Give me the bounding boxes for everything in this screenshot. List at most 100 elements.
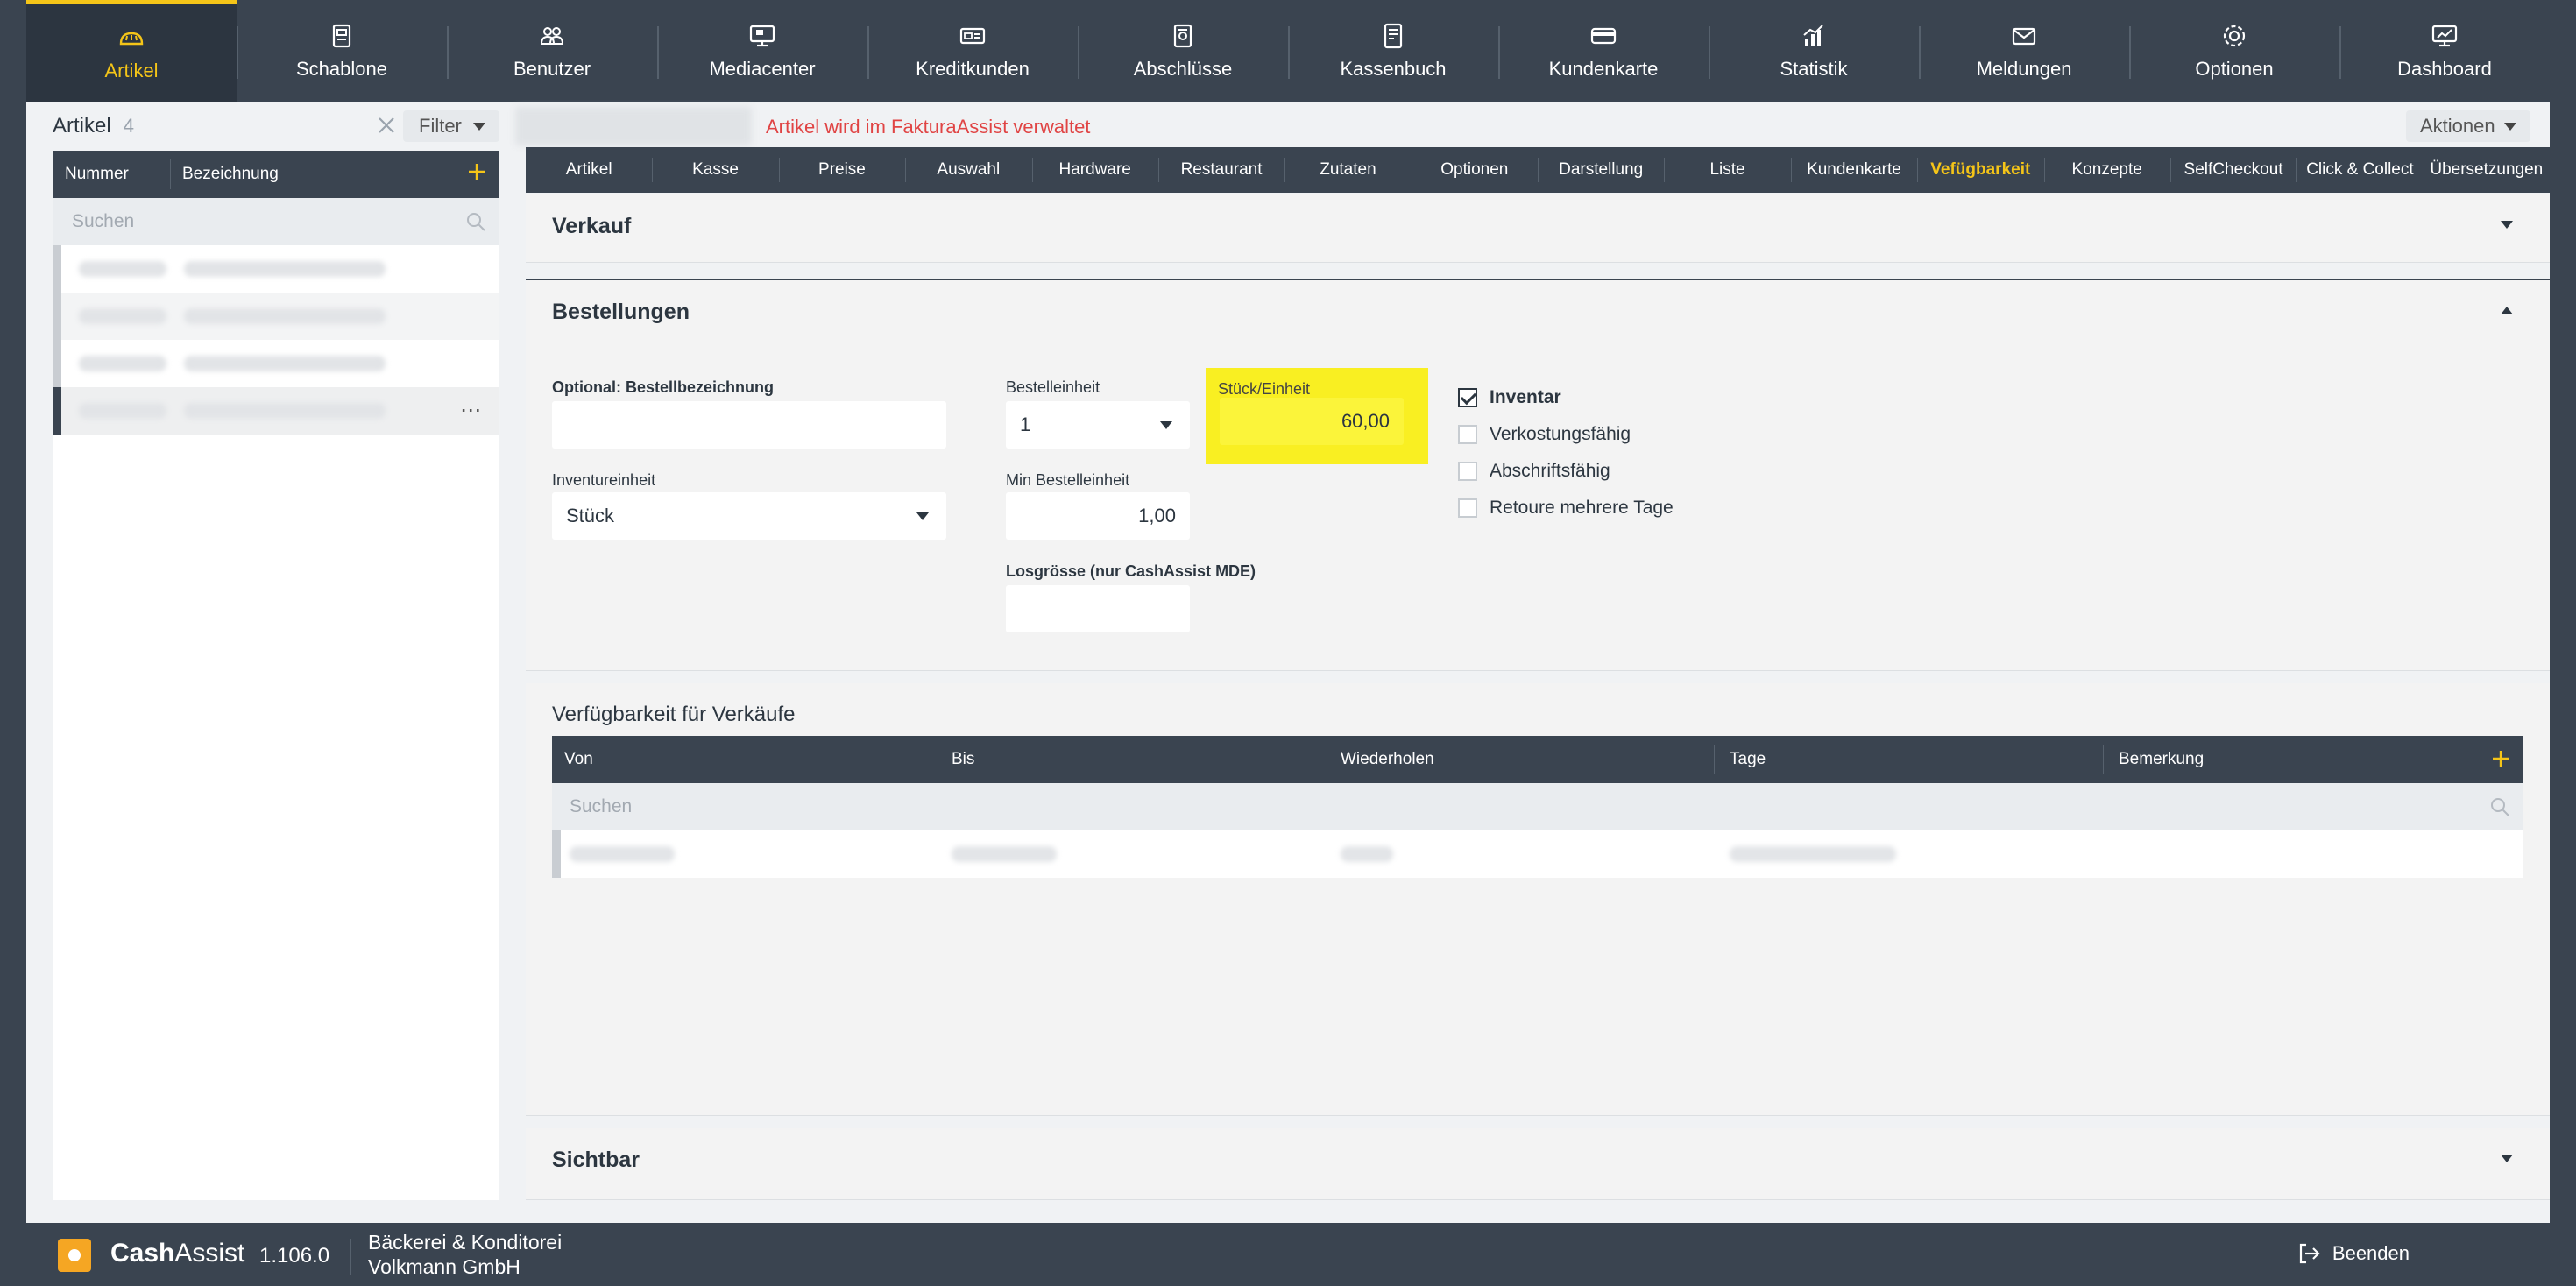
bestelleinheit-select[interactable]: 1 (1006, 401, 1190, 449)
nav-artikel[interactable]: Artikel (26, 0, 237, 102)
column-wiederholen[interactable]: Wiederholen (1341, 750, 1434, 769)
availability-search-input[interactable]: Suchen (552, 783, 2523, 830)
min-bestelleinheit-input[interactable]: 1,00 (1006, 492, 1190, 540)
checkbox-unchecked[interactable] (1458, 425, 1477, 444)
checkbox-verkostungsfaehig[interactable]: Verkostungsfähig (1458, 424, 1631, 445)
redacted-number (79, 403, 166, 419)
column-separator (170, 159, 171, 189)
monitor-icon (747, 21, 777, 51)
document-icon (1168, 21, 1198, 51)
checkbox-unchecked[interactable] (1458, 498, 1477, 518)
nav-statistik[interactable]: Statistik (1709, 0, 1919, 102)
nav-kreditkunden[interactable]: Kreditkunden (867, 0, 1078, 102)
logout-button[interactable]: Beenden (2296, 1240, 2410, 1267)
checkbox-label: Retoure mehrere Tage (1490, 498, 1674, 518)
tab-uebersetzungen[interactable]: Übersetzungen (2423, 147, 2550, 193)
section-title: Verfügbarkeit für Verkäufe (552, 703, 796, 726)
column-bis[interactable]: Bis (952, 750, 974, 769)
list-item-selected[interactable]: ⋯ (53, 387, 499, 435)
tab-click-collect[interactable]: Click & Collect (2296, 147, 2423, 193)
nav-kundenkarte[interactable]: Kundenkarte (1498, 0, 1709, 102)
tab-verfuegbarkeit[interactable]: Vefügbarkeit (1917, 147, 2043, 193)
tab-kasse[interactable]: Kasse (652, 147, 778, 193)
more-icon[interactable]: ⋯ (460, 398, 482, 423)
detail-tabs: Artikel Kasse Preise Auswahl Hardware Re… (526, 147, 2550, 193)
nav-schablone[interactable]: Schablone (237, 0, 447, 102)
article-search-input[interactable]: Suchen (53, 198, 499, 245)
table-row[interactable] (552, 830, 2523, 878)
stueck-einheit-input[interactable]: 60,00 (1220, 398, 1404, 445)
nav-meldungen[interactable]: Meldungen (1919, 0, 2129, 102)
section-sichtbar[interactable]: Sichtbar (526, 1128, 2550, 1200)
column-tage[interactable]: Tage (1730, 750, 1766, 769)
column-separator (1714, 745, 1715, 774)
mail-icon (2009, 21, 2039, 51)
filter-label: Filter (419, 115, 462, 137)
tab-restaurant[interactable]: Restaurant (1157, 147, 1284, 193)
list-item[interactable] (53, 293, 499, 340)
inventureinheit-select[interactable]: Stück (552, 492, 946, 540)
nav-optionen[interactable]: Optionen (2129, 0, 2339, 102)
book-icon (1378, 21, 1408, 51)
filter-dropdown[interactable]: Filter (403, 110, 499, 142)
card-icon (1589, 21, 1618, 51)
main-frame: Artikel 4 Filter Nummer Bezeichnung Such… (26, 102, 2550, 1223)
app-version: 1.106.0 (259, 1244, 330, 1268)
stueck-einheit-label: Stück/Einheit (1218, 380, 1311, 398)
actions-dropdown[interactable]: Aktionen (2406, 110, 2530, 142)
list-item[interactable] (53, 245, 499, 293)
checkbox-checked[interactable] (1458, 388, 1477, 407)
clear-filter-icon[interactable] (375, 114, 398, 137)
redacted-article-title (515, 107, 752, 145)
inventureinheit-value: Stück (566, 505, 615, 526)
column-bezeichnung[interactable]: Bezeichnung (182, 165, 279, 184)
section-verkauf[interactable]: Verkauf (526, 194, 2550, 263)
tab-kundenkarte[interactable]: Kundenkarte (1790, 147, 1917, 193)
checkbox-abschriftsfaehig[interactable]: Abschriftsfähig (1458, 461, 1610, 482)
nav-kassenbuch[interactable]: Kassenbuch (1288, 0, 1498, 102)
add-article-icon[interactable] (464, 159, 489, 184)
chevron-down-icon (1160, 421, 1172, 429)
footer: CashAssist 1.106.0 Bäckerei & Konditorei… (26, 1223, 2550, 1286)
bread-icon (117, 23, 146, 53)
tab-hardware[interactable]: Hardware (1031, 147, 1158, 193)
checkbox-retoure-mehrere-tage[interactable]: Retoure mehrere Tage (1458, 498, 1674, 519)
expand-icon[interactable] (2501, 221, 2513, 229)
nav-label: Meldungen (1976, 58, 2072, 80)
tab-auswahl[interactable]: Auswahl (905, 147, 1031, 193)
collapse-icon[interactable] (2501, 307, 2513, 314)
search-icon (2488, 795, 2511, 818)
nav-benutzer[interactable]: Benutzer (447, 0, 657, 102)
tab-zutaten[interactable]: Zutaten (1284, 147, 1411, 193)
checkbox-unchecked[interactable] (1458, 462, 1477, 481)
expand-icon[interactable] (2501, 1155, 2513, 1162)
cashassist-logo-icon (58, 1239, 91, 1272)
losgroesse-input[interactable] (1006, 585, 1190, 632)
tab-selfcheckout[interactable]: SelfCheckout (2169, 147, 2296, 193)
column-bemerkung[interactable]: Bemerkung (2119, 750, 2204, 769)
nav-abschluesse[interactable]: Abschlüsse (1078, 0, 1288, 102)
add-availability-icon[interactable] (2488, 746, 2513, 771)
nav-label: Schablone (296, 58, 387, 80)
bestellbezeichnung-input[interactable] (552, 401, 946, 449)
tab-darstellung[interactable]: Darstellung (1538, 147, 1664, 193)
chevron-down-icon (916, 512, 929, 520)
checkbox-inventar[interactable]: Inventar (1458, 387, 1561, 408)
column-nummer[interactable]: Nummer (65, 165, 129, 184)
column-von[interactable]: Von (564, 750, 593, 769)
nav-mediacenter[interactable]: Mediacenter (657, 0, 867, 102)
redacted-number (79, 261, 166, 277)
stueck-einheit-highlight: Stück/Einheit 60,00 (1206, 368, 1428, 464)
search-icon (464, 210, 487, 233)
tab-konzepte[interactable]: Konzepte (2043, 147, 2170, 193)
tab-optionen[interactable]: Optionen (1411, 147, 1538, 193)
redacted-name (184, 356, 386, 371)
company-name: Bäckerei & Konditorei Volkmann GmbH (368, 1230, 562, 1279)
tab-artikel[interactable]: Artikel (526, 147, 652, 193)
tab-liste[interactable]: Liste (1664, 147, 1790, 193)
logout-icon (2299, 1243, 2320, 1264)
list-item[interactable] (53, 340, 499, 387)
nav-dashboard[interactable]: Dashboard (2339, 0, 2550, 102)
article-detail-panel: Artikel wird im FakturaAssist verwaltet … (499, 102, 2550, 1223)
tab-preise[interactable]: Preise (778, 147, 905, 193)
